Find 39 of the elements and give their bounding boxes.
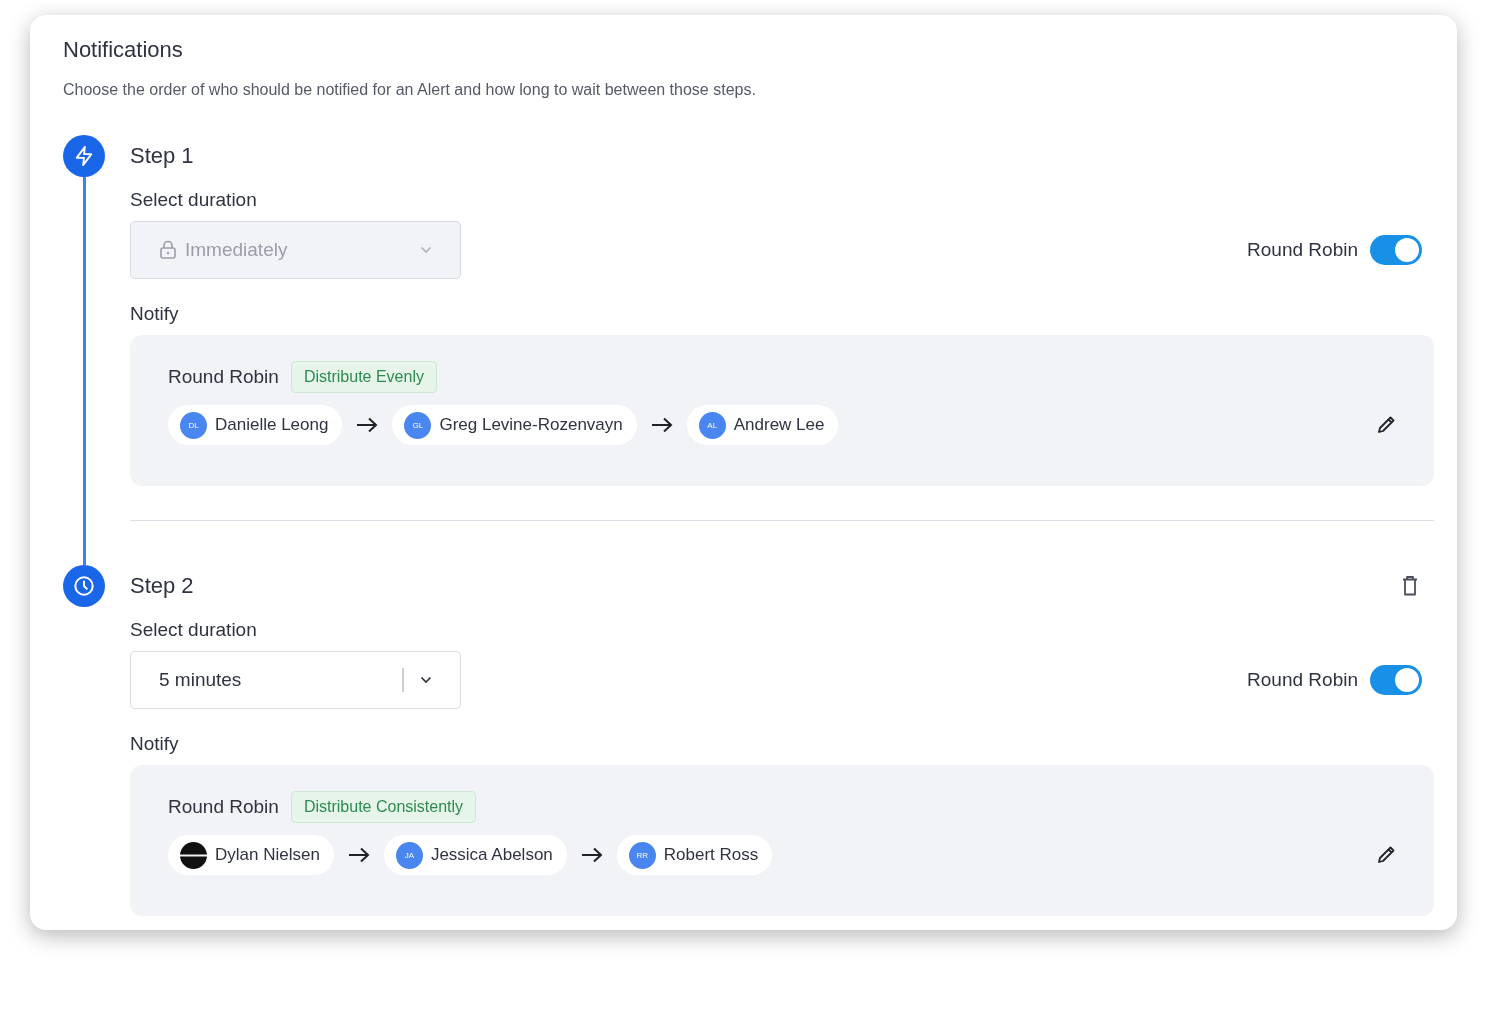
description-text: Choose the order of who should be notified for an Alert and how long to wait between those steps. [63,81,757,99]
clock-icon [73,575,95,597]
person-chip[interactable]: Dylan Nielsen [168,835,334,875]
toggle-label: Round Robin [1247,239,1358,261]
avatar-initials: AL [698,411,726,439]
field-label: Notify [130,733,180,755]
person-chip[interactable]: AL Andrew Lee [686,405,839,445]
trash-icon[interactable] [1400,575,1420,597]
avatar-initials: GL [404,411,432,439]
duration-dropdown[interactable]: 5 minutes [130,651,461,709]
person-chip[interactable]: DL Danielle Leong [168,405,343,445]
chevron-down-icon [420,676,432,684]
arrow-right-icon [356,417,379,433]
field-label: Select duration [130,189,258,211]
toggle-switch[interactable] [1370,235,1422,265]
person-chip[interactable]: JA Jessica Abelson [383,835,567,875]
group-label: Round Robin [168,366,279,388]
arrow-right-icon [580,847,603,863]
group-label: Round Robin [168,796,279,818]
person-chip[interactable]: GL Greg Levine-Rozenvayn [392,405,637,445]
field-label: Notify [130,303,180,325]
field-label: Select duration [130,619,258,641]
toggle-switch[interactable] [1370,665,1422,695]
chevron-down-icon [420,246,432,254]
lock-icon [159,240,177,260]
distribution-tag: Distribute Consistently [290,791,477,823]
avatar-image [180,841,207,869]
distribution-tag: Distribute Evenly [290,361,437,393]
person-chip[interactable]: RR Robert Ross [616,835,773,875]
toggle-label: Round Robin [1247,669,1358,691]
step-title: Step 1 [130,143,194,169]
arrow-right-icon [650,417,673,433]
avatar-initials: JA [395,841,423,869]
avatar-initials: RR [628,841,656,869]
avatar-initials: DL [180,411,207,439]
section-title: Notifications [63,37,184,63]
arrow-right-icon [347,847,370,863]
lightning-bolt-icon [73,145,95,167]
step-title: Step 2 [130,573,194,599]
